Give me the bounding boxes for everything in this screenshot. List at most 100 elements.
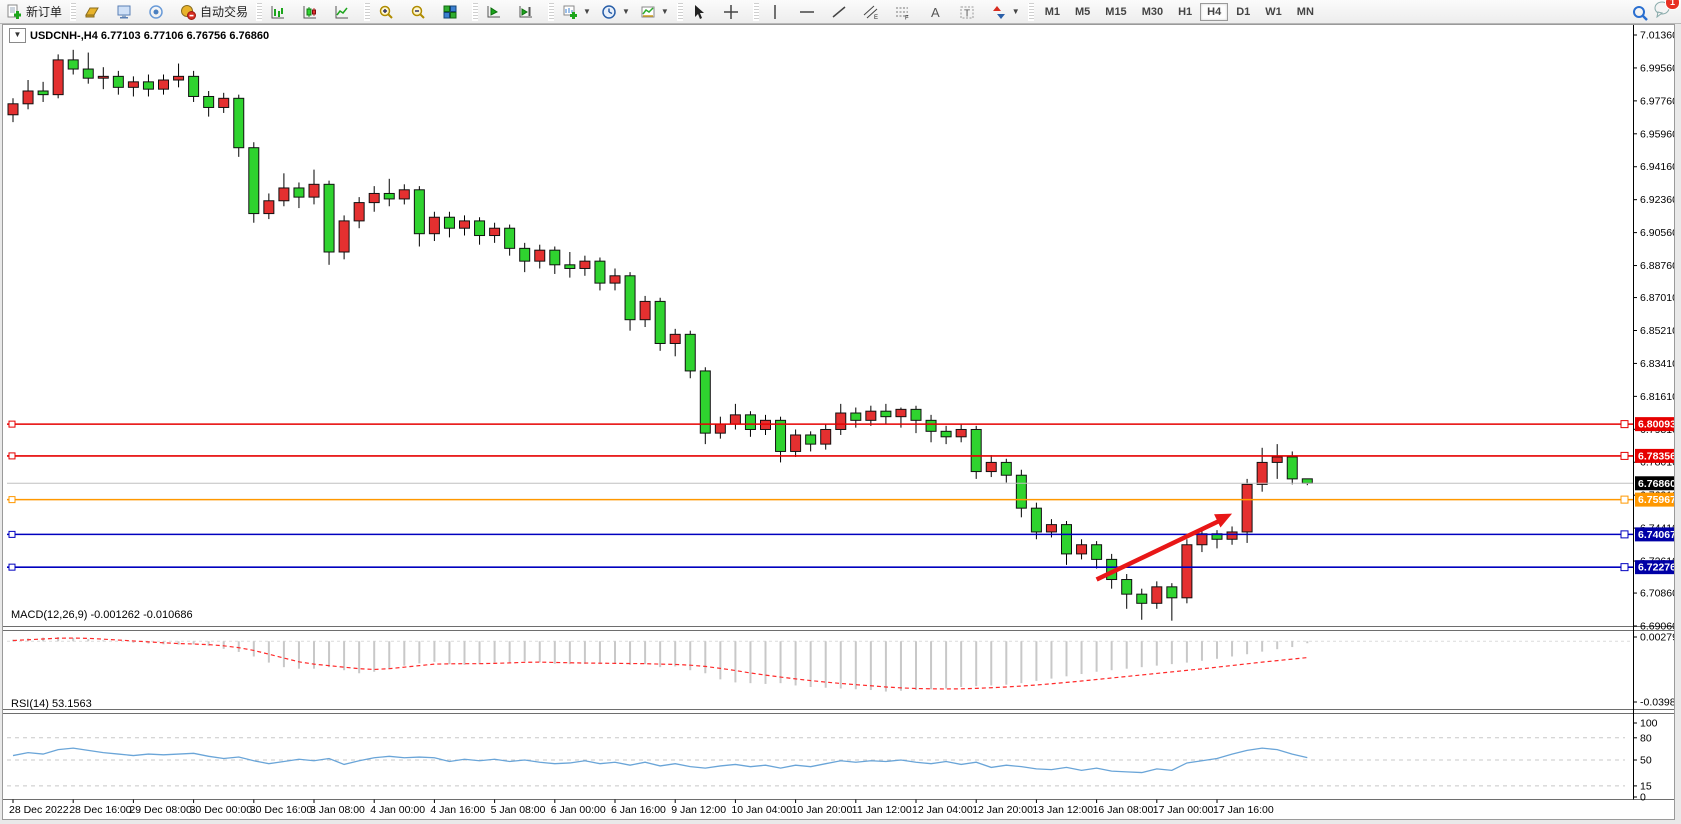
tf-button-H1[interactable]: H1 [1171, 3, 1199, 21]
arrows-icon [991, 4, 1007, 20]
candle-body [414, 190, 424, 234]
horizontal-line-button[interactable] [795, 1, 825, 23]
cursor-button[interactable] [687, 1, 717, 23]
tf-button-W1[interactable]: W1 [1258, 3, 1289, 21]
time-tick-label: 11 Jan 12:00 [852, 804, 912, 816]
autotrade-button[interactable]: 自动交易 [176, 1, 252, 23]
candle-body [204, 96, 214, 107]
candle-body [640, 301, 650, 319]
time-tick-label: 5 Jan 08:00 [491, 804, 546, 816]
candle-body [1031, 508, 1041, 532]
time-tick-label: 28 Dec 16:00 [69, 804, 132, 816]
time-tick-label: 16 Jan 08:00 [1093, 804, 1154, 816]
chart-window: 7.013606.995606.977606.959606.941606.923… [2, 24, 1675, 820]
candle-body [38, 91, 48, 95]
tile-windows-button[interactable] [438, 1, 468, 23]
hline-handle[interactable] [1621, 452, 1628, 459]
tf-button-M5[interactable]: M5 [1068, 3, 1097, 21]
time-tick-label: 3 Jan 08:00 [310, 804, 365, 816]
autotrade-icon [180, 4, 196, 20]
candle-body [1152, 587, 1162, 603]
signals-button[interactable] [144, 1, 174, 23]
hline-handle[interactable] [9, 497, 15, 503]
quotes-button[interactable] [80, 1, 110, 23]
time-tick-label: 30 Dec 16:00 [250, 804, 313, 816]
time-tick-label: 13 Jan 12:00 [1032, 804, 1093, 816]
hline-handle[interactable] [1621, 496, 1628, 503]
price-tick-label: 6.87010 [1640, 292, 1674, 304]
symbol-dropdown[interactable]: ▼ [9, 28, 26, 43]
candle-body [98, 76, 108, 78]
price-axis[interactable]: 7.013606.995606.977606.959606.941606.923… [1633, 30, 1674, 633]
equidistant-channel-button[interactable]: E [859, 1, 889, 23]
candle-body [625, 276, 635, 320]
tf-button-M1[interactable]: M1 [1038, 3, 1067, 21]
bar-chart-button[interactable] [266, 1, 296, 23]
candle-body [730, 415, 740, 424]
price-tick-label: 6.94160 [1640, 161, 1674, 173]
price-badge-label: 6.80093 [1638, 419, 1674, 431]
tf-button-M30[interactable]: M30 [1135, 3, 1170, 21]
bar-chart-icon [270, 4, 286, 20]
symbol-header: ▼ USDCNH-,H4 6.77103 6.77106 6.76756 6.7… [9, 28, 269, 43]
trend-arrow-annotation[interactable] [1097, 514, 1232, 580]
hline-handle[interactable] [1621, 564, 1628, 571]
candle-body [279, 188, 289, 201]
candlestick-button[interactable] [298, 1, 328, 23]
mt4-application: 新订单 自动交易 [0, 0, 1681, 824]
new-order-button[interactable]: 新订单 [2, 1, 66, 23]
template-button[interactable]: ▼ [636, 1, 673, 23]
time-axis[interactable]: 28 Dec 202228 Dec 16:0029 Dec 08:0030 De… [9, 800, 1274, 817]
chevron-down-icon: ▼ [583, 7, 591, 16]
candle-body [670, 334, 680, 343]
price-tick-label: 6.70860 [1640, 588, 1674, 600]
hline-handle[interactable] [9, 453, 15, 459]
window-frame-right [1675, 24, 1681, 824]
time-tick-label: 12 Jan 20:00 [972, 804, 1033, 816]
chart-plot-area[interactable]: 7.013606.995606.977606.959606.941606.923… [3, 25, 1674, 819]
macd-histogram [13, 637, 1307, 692]
timeframe-group: M1M5M15M30H1H4D1W1MN [1038, 3, 1321, 21]
text-label-button[interactable]: T [955, 1, 985, 23]
zoom-out-button[interactable] [406, 1, 436, 23]
fibonacci-button[interactable]: F [891, 1, 921, 23]
period-button[interactable]: ▼ [597, 1, 634, 23]
tf-button-MN[interactable]: MN [1290, 3, 1321, 21]
market-watch-button[interactable] [112, 1, 142, 23]
hline-handle[interactable] [9, 421, 15, 427]
hline-handle[interactable] [1621, 531, 1628, 538]
trendline-button[interactable] [827, 1, 857, 23]
candle-body [745, 415, 755, 430]
tf-button-M15[interactable]: M15 [1098, 3, 1133, 21]
candle-body [505, 228, 515, 248]
vertical-line-button[interactable] [763, 1, 793, 23]
tf-button-D1[interactable]: D1 [1229, 3, 1257, 21]
hline-handle[interactable] [9, 564, 15, 570]
auto-scroll-button[interactable] [482, 1, 512, 23]
hline-handle[interactable] [1621, 421, 1628, 428]
arrows-tool-button[interactable]: ▼ [987, 1, 1024, 23]
price-tick-label: 7.01360 [1640, 30, 1674, 42]
chart-shift-button[interactable] [514, 1, 544, 23]
line-chart-button[interactable] [330, 1, 360, 23]
candle-body [520, 248, 530, 261]
candle-body [836, 413, 846, 429]
text-button[interactable]: A [923, 1, 953, 23]
candle-body [460, 221, 470, 228]
hline-icon [799, 4, 815, 20]
tf-button-H4[interactable]: H4 [1200, 3, 1228, 21]
new-chart-button[interactable]: ▼ [558, 1, 595, 23]
search-icon[interactable] [1631, 4, 1647, 20]
crosshair-button[interactable] [719, 1, 749, 23]
time-tick-label: 6 Jan 16:00 [611, 804, 666, 816]
notifications-button[interactable]: 1 [1653, 0, 1673, 23]
zoom-in-button[interactable] [374, 1, 404, 23]
candle-body [821, 429, 831, 444]
candle-body [866, 411, 876, 420]
candle-body [83, 69, 93, 78]
candle-body [580, 261, 590, 268]
hline-handle[interactable] [9, 531, 15, 537]
text-label-icon: T [959, 4, 975, 20]
price-tick-label: 6.85210 [1640, 325, 1674, 337]
time-tick-label: 9 Jan 12:00 [671, 804, 726, 816]
